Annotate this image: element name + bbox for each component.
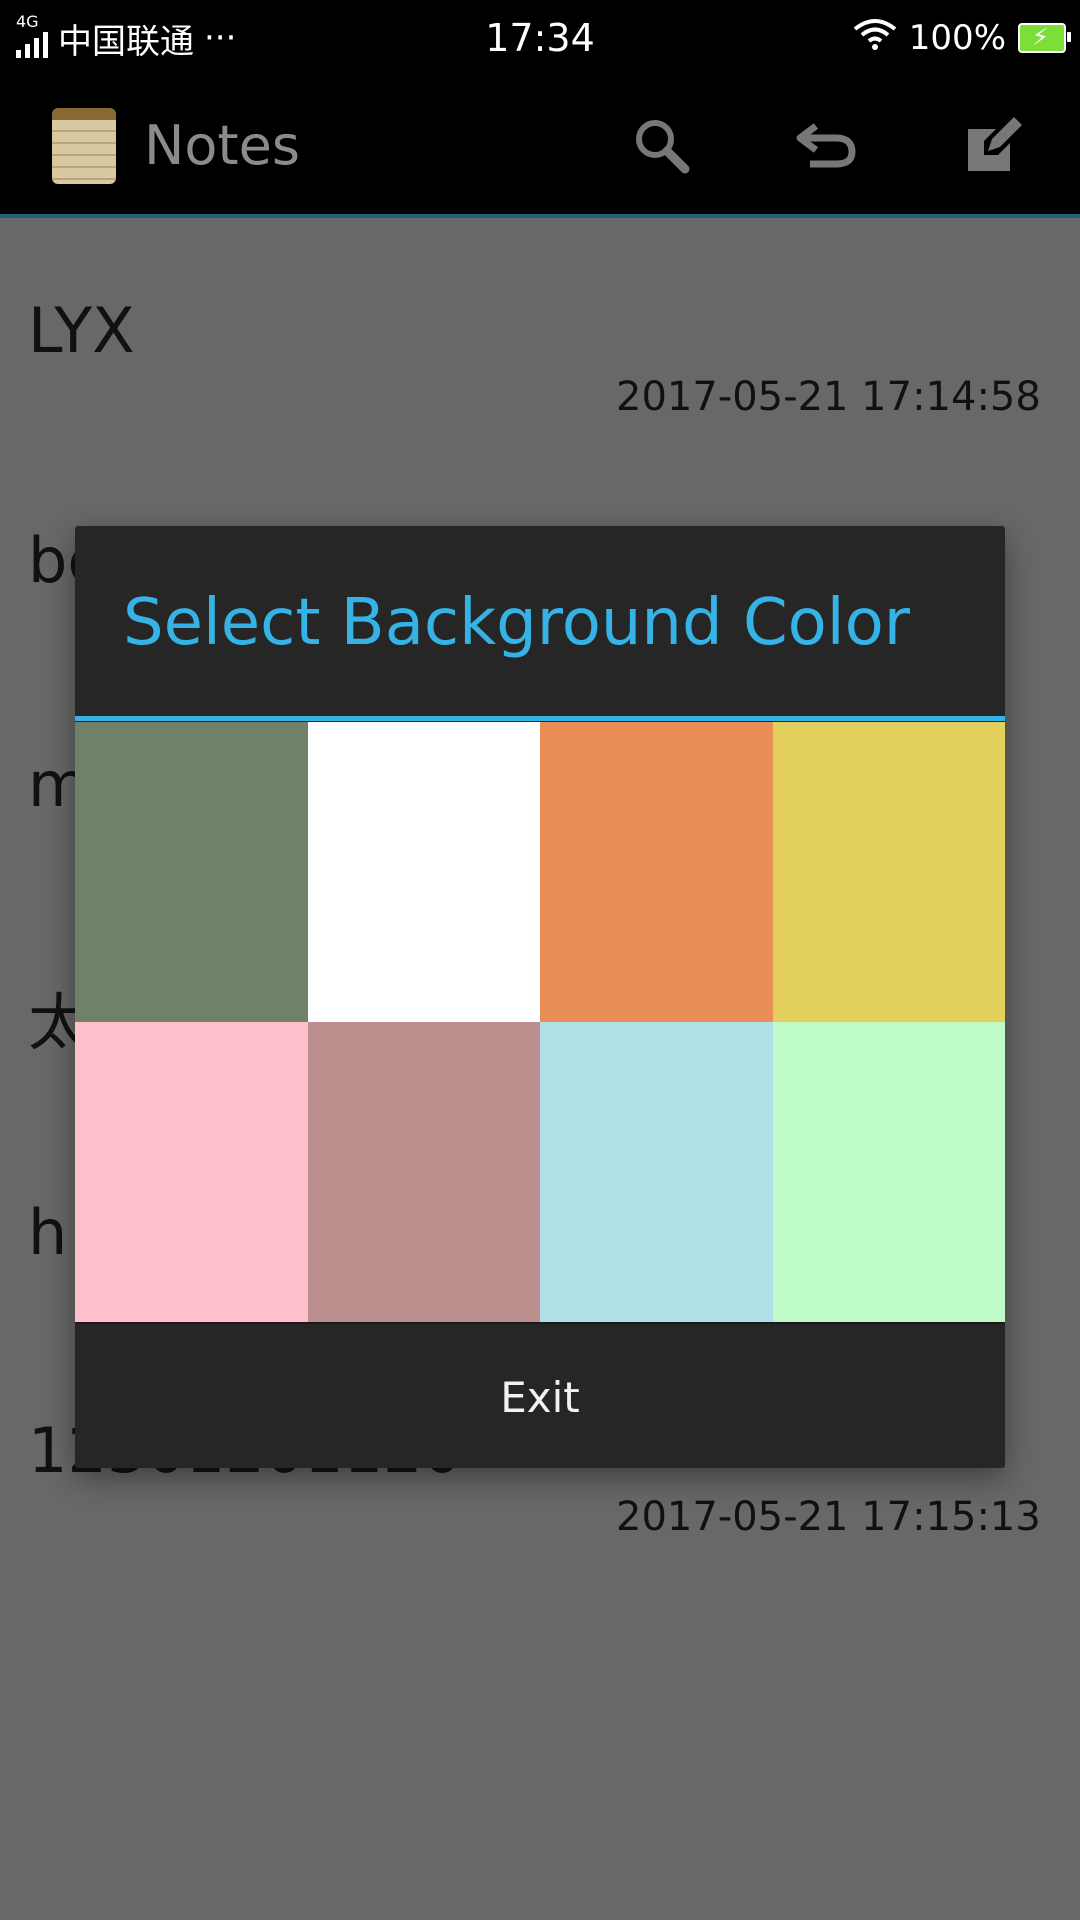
wifi-icon [853, 17, 897, 60]
undo-icon [796, 123, 856, 168]
compose-button[interactable] [958, 110, 1028, 180]
action-bar: Notes [0, 76, 1080, 218]
note-timestamp: 2017-05-21 17:15:13 [616, 1494, 1041, 1540]
dialog-divider [75, 716, 1005, 721]
notepad-icon [52, 108, 116, 184]
battery-percent: 100% [908, 18, 1006, 58]
undo-button[interactable] [792, 110, 862, 180]
status-bar: 4G 中国联通 ··· 17:34 100% ⚡ [0, 0, 1080, 76]
app-title: Notes [144, 114, 300, 177]
color-swatch-gray-green[interactable] [75, 722, 308, 1022]
color-swatch-light-green[interactable] [772, 1022, 1005, 1322]
clock: 17:34 [485, 16, 595, 60]
color-swatch-pink[interactable] [75, 1022, 308, 1322]
color-grid [75, 722, 1005, 1322]
search-icon [636, 120, 690, 174]
battery-icon: ⚡ [1018, 23, 1071, 53]
note-title[interactable]: LYX [28, 294, 135, 367]
note-timestamp: 2017-05-21 17:14:58 [616, 374, 1041, 420]
color-swatch-light-blue[interactable] [540, 1022, 773, 1322]
compose-icon [968, 117, 1022, 171]
note-title[interactable]: h [28, 1196, 67, 1269]
color-swatch-rosy-brown[interactable] [307, 1022, 540, 1322]
search-button[interactable] [626, 110, 696, 180]
dialog-title: Select Background Color [123, 586, 911, 660]
color-swatch-yellow[interactable] [772, 722, 1005, 1022]
color-swatch-orange[interactable] [540, 722, 773, 1022]
color-swatch-white[interactable] [307, 722, 540, 1022]
exit-button[interactable]: Exit [75, 1322, 1005, 1470]
background-color-dialog: Select Background Color Exit [75, 526, 1005, 1468]
